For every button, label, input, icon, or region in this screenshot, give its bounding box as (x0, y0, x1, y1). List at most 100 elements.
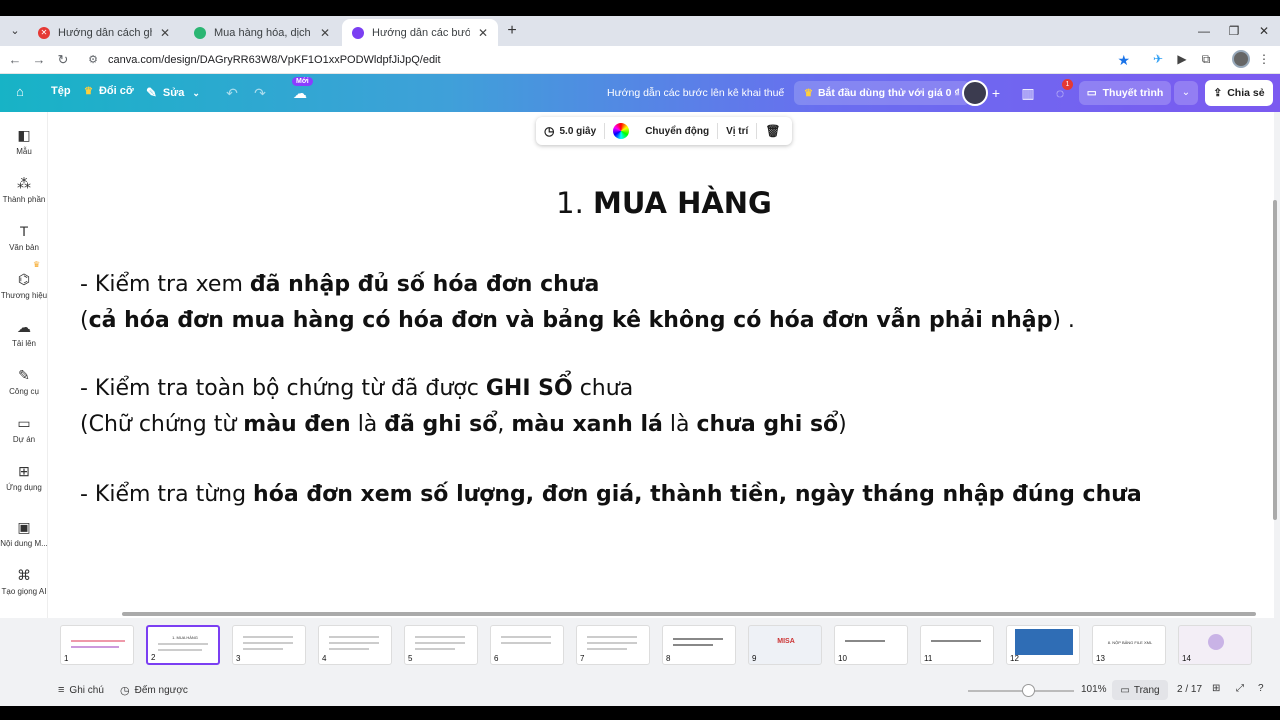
maximize-icon[interactable]: ❐ (1226, 23, 1242, 39)
page-thumbnail-active[interactable]: 1. MUA HÀNG 2 (146, 625, 220, 665)
help-icon[interactable]: ? (1258, 683, 1264, 694)
cloud-sync-icon[interactable]: ☁ (290, 83, 310, 103)
zoom-slider-handle[interactable] (1022, 684, 1035, 697)
sidebar-item-label: Công cụ (9, 387, 39, 396)
horizontal-scrollbar[interactable] (122, 612, 1256, 616)
share-button[interactable]: ⇪ Chia sẻ (1205, 80, 1273, 106)
page-thumbnail[interactable]: 8 (662, 625, 736, 665)
redo-icon[interactable]: ↷ (250, 83, 270, 103)
minimize-icon[interactable]: — (1196, 23, 1212, 39)
slide-line-4[interactable]: (Chữ chứng từ màu đen là đã ghi sổ, màu … (80, 412, 847, 437)
page-thumbnail[interactable]: 11 (920, 625, 994, 665)
back-icon[interactable]: ← (6, 51, 24, 69)
page-thumbnail[interactable]: 1 (60, 625, 134, 665)
undo-icon[interactable]: ↶ (222, 83, 242, 103)
thumb-number: 3 (236, 654, 241, 663)
sidebar-item-ai-voice[interactable]: ⌘ Tạo giọng AI (0, 566, 48, 596)
tab-close-icon[interactable]: ✕ (476, 26, 490, 40)
add-collaborator-icon[interactable]: + (986, 83, 1006, 103)
present-icon: ▭ (1086, 87, 1097, 99)
site-info-icon[interactable]: ⚙ (86, 53, 100, 67)
page-thumbnail[interactable]: 4 (318, 625, 392, 665)
edit-menu[interactable]: ✎ Sửa ⌄ (146, 85, 200, 101)
close-window-icon[interactable]: ✕ (1256, 23, 1272, 39)
sidebar-item-label: Thương hiệu (0, 291, 48, 300)
sidebar-item-apps[interactable]: ⊞ Ứng dụng (0, 462, 48, 492)
page-thumbnail[interactable]: 14 (1178, 625, 1252, 665)
present-button[interactable]: ▭ Thuyết trình (1079, 81, 1171, 105)
resize-button[interactable]: ♛ Đổi cỡ (84, 85, 134, 97)
new-tab-button[interactable]: + (504, 23, 520, 39)
color-button[interactable] (605, 123, 637, 139)
forward-icon[interactable]: → (30, 51, 48, 69)
thumb-number: 12 (1010, 654, 1019, 663)
text-run-bold: hóa đơn xem số lượng, đơn giá, thành tiề… (253, 482, 1142, 507)
delete-button[interactable]: 🗑 (757, 124, 788, 138)
document-title[interactable]: Hướng dẫn các bước lên kê khai thuế (607, 87, 784, 99)
more-menu-icon[interactable]: ⋮ (1256, 51, 1272, 67)
slide-title[interactable]: 1. MUA HÀNG (48, 186, 1280, 220)
extensions-puzzle-icon[interactable]: ⧉ (1198, 51, 1214, 67)
pages-button[interactable]: ▭ Trang (1112, 680, 1168, 700)
edit-label: Sửa (162, 87, 185, 99)
thumb-number: 10 (838, 654, 847, 663)
url-field[interactable]: ⚙ canva.com/design/DAGryRR63W8/VpKF1O1xx… (78, 48, 1138, 72)
timer-button[interactable]: ◷ Đếm ngược (120, 684, 188, 697)
profile-avatar[interactable] (1232, 50, 1250, 68)
tab-close-icon[interactable]: ✕ (318, 26, 332, 40)
sidebar-item-elements[interactable]: ⁂ Thành phần (0, 174, 48, 204)
sidebar-item-media[interactable]: ▣ Nội dung M... (0, 518, 48, 548)
sidebar-item-projects[interactable]: ▭ Dự án (0, 414, 48, 444)
slide-line-5[interactable]: - Kiểm tra từng hóa đơn xem số lượng, đơ… (80, 482, 1142, 507)
position-button[interactable]: Vị trí (718, 126, 756, 137)
animate-button[interactable]: Chuyển động (637, 126, 717, 137)
page-thumbnail[interactable]: 3 (232, 625, 306, 665)
sidebar-item-tools[interactable]: ✎ Công cụ (0, 366, 48, 396)
start-trial-button[interactable]: ♛ Bắt đầu dùng thử với giá 0 ₫ (794, 81, 970, 105)
sidebar-item-brand[interactable]: ⌬ Thương hiệu (0, 270, 48, 300)
insights-chart-icon[interactable]: ▥ (1018, 83, 1038, 103)
browser-tab-3[interactable]: Hướng dẫn các bước lên kê khai ✕ (342, 19, 498, 46)
fullscreen-icon[interactable]: ⤢ (1236, 683, 1244, 694)
page-thumbnail[interactable]: 10 (834, 625, 908, 665)
tab-search-icon[interactable]: ⌄ (6, 22, 24, 40)
grid-view-icon[interactable]: ⊞ (1212, 683, 1220, 694)
home-icon[interactable]: ⌂ (16, 84, 30, 99)
page-thumbnail[interactable]: 12 (1006, 625, 1080, 665)
browser-tab-1[interactable]: ✕ Hướng dẫn cách ghi Mẫu 01 Ch ✕ (28, 19, 180, 46)
slide-line-2[interactable]: (cả hóa đơn mua hàng có hóa đơn và bảng … (80, 308, 1075, 333)
notes-button[interactable]: ≡ Ghi chú (58, 684, 104, 696)
thumb-line (673, 644, 713, 646)
sidebar-item-text[interactable]: T Văn bản (0, 222, 48, 252)
extension-icon[interactable]: ✈ (1150, 51, 1166, 67)
sidebar-item-uploads[interactable]: ☁ Tải lên (0, 318, 48, 348)
text-run: chưa (572, 376, 634, 401)
slide-line-1[interactable]: - Kiểm tra xem đã nhập đủ số hóa đơn chư… (80, 272, 599, 297)
tab-close-icon[interactable]: ✕ (158, 26, 172, 40)
thumb-line (587, 648, 627, 650)
browser-tab-2[interactable]: Mua hàng hóa, dịch vụ | Mua h ✕ (184, 19, 340, 46)
duration-button[interactable]: ◷ 5.0 giây (536, 124, 604, 138)
page-thumbnail[interactable]: 5 (404, 625, 478, 665)
thumb-number: 9 (752, 654, 757, 663)
slide-line-3[interactable]: - Kiểm tra toàn bộ chứng từ đã được GHI … (80, 376, 633, 401)
page-thumbnail[interactable]: 8. NỘP BẢNG FILE XML 13 (1092, 625, 1166, 665)
page-thumbnail[interactable]: 6 (490, 625, 564, 665)
bookmark-star-icon[interactable]: ★ (1117, 52, 1130, 69)
zoom-slider-track[interactable] (968, 690, 1074, 692)
reload-icon[interactable]: ↻ (54, 51, 72, 69)
browser-address-bar: ← → ↻ ⚙ canva.com/design/DAGryRR63W8/VpK… (0, 46, 1280, 74)
extension-play-icon[interactable]: ▶ (1174, 51, 1190, 67)
text-run: - Kiểm tra xem (80, 272, 250, 297)
file-menu[interactable]: Tệp (51, 85, 71, 97)
zoom-level[interactable]: 101% (1081, 684, 1107, 695)
slide-page[interactable]: 1. MUA HÀNG - Kiểm tra xem đã nhập đủ số… (48, 112, 1274, 618)
share-label: Chia sẻ (1227, 87, 1265, 99)
present-options-chevron-icon[interactable]: ⌄ (1174, 81, 1198, 105)
sidebar-item-templates[interactable]: ◧ Mẫu (0, 126, 48, 156)
page-thumbnail[interactable]: MISA 9 (748, 625, 822, 665)
user-avatar[interactable] (962, 80, 988, 106)
vertical-scrollbar[interactable] (1273, 200, 1277, 520)
crown-icon: ♛ (33, 260, 41, 269)
page-thumbnail[interactable]: 7 (576, 625, 650, 665)
